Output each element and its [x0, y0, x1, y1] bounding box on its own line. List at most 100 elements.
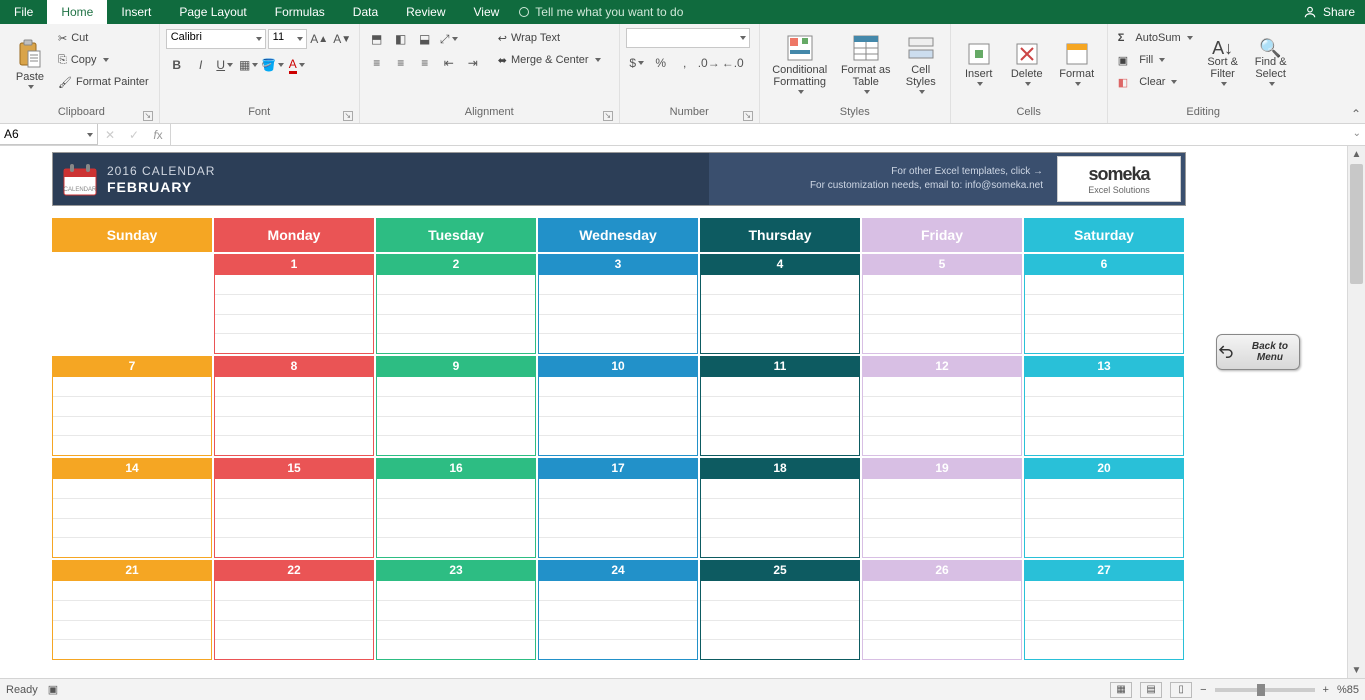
day-body[interactable]	[1024, 274, 1184, 354]
calendar-day[interactable]: 27	[1024, 560, 1184, 660]
accounting-button[interactable]: $	[626, 52, 648, 74]
day-body[interactable]	[700, 580, 860, 660]
border-button[interactable]: ▦	[238, 54, 260, 76]
day-body[interactable]	[214, 376, 374, 456]
day-body[interactable]	[1024, 376, 1184, 456]
calendar-day[interactable]: 7	[52, 356, 212, 456]
number-format-combo[interactable]	[626, 28, 750, 48]
tab-review[interactable]: Review	[392, 0, 459, 24]
underline-button[interactable]: U	[214, 54, 236, 76]
day-body[interactable]	[376, 274, 536, 354]
enter-formula-button[interactable]: ✓	[122, 128, 146, 142]
calendar-day[interactable]: 21	[52, 560, 212, 660]
tell-me[interactable]: Tell me what you want to do	[519, 0, 683, 24]
calendar-day[interactable]: 16	[376, 458, 536, 558]
cell-styles-button[interactable]: Cell Styles	[898, 28, 944, 100]
tab-view[interactable]: View	[460, 0, 514, 24]
zoom-out-button[interactable]: −	[1200, 684, 1206, 696]
zoom-level[interactable]: %85	[1337, 684, 1359, 696]
paste-button[interactable]: Paste	[10, 28, 50, 100]
vertical-scrollbar[interactable]: ▲ ▼	[1347, 146, 1365, 678]
scroll-up-icon[interactable]: ▲	[1348, 146, 1365, 162]
day-body[interactable]	[376, 376, 536, 456]
tab-data[interactable]: Data	[339, 0, 392, 24]
calendar-day[interactable]: 18	[700, 458, 860, 558]
copy-button[interactable]: ⎘Copy	[54, 50, 153, 70]
day-body[interactable]	[862, 376, 1022, 456]
orientation-button[interactable]: ⤢	[438, 28, 460, 50]
day-body[interactable]	[214, 274, 374, 354]
tab-file[interactable]: File	[0, 0, 47, 24]
day-body[interactable]	[538, 274, 698, 354]
day-body[interactable]	[1024, 580, 1184, 660]
day-body[interactable]	[700, 478, 860, 558]
calendar-day[interactable]: 11	[700, 356, 860, 456]
calendar-day[interactable]: 1	[214, 254, 374, 354]
day-body[interactable]	[214, 478, 374, 558]
calendar-day[interactable]	[52, 254, 212, 354]
calendar-day[interactable]: 22	[214, 560, 374, 660]
calendar-day[interactable]: 10	[538, 356, 698, 456]
percent-button[interactable]: %	[650, 52, 672, 74]
calendar-day[interactable]: 25	[700, 560, 860, 660]
align-middle-button[interactable]: ◧	[390, 28, 412, 50]
autosum-button[interactable]: Σ AutoSum	[1114, 28, 1197, 48]
day-body[interactable]	[538, 376, 698, 456]
day-body[interactable]	[862, 580, 1022, 660]
day-body[interactable]	[52, 580, 212, 660]
decrease-decimal-button[interactable]: ←.0	[722, 52, 744, 74]
increase-indent-button[interactable]: ⇥	[462, 52, 484, 74]
calendar-day[interactable]: 9	[376, 356, 536, 456]
insert-cells-button[interactable]: Insert	[957, 28, 1001, 100]
calendar-day[interactable]: 13	[1024, 356, 1184, 456]
collapse-ribbon-button[interactable]: ⌃	[1351, 107, 1361, 121]
font-size-combo[interactable]: 11	[268, 29, 307, 49]
align-left-button[interactable]: ≡	[366, 52, 388, 74]
wrap-text-button[interactable]: ↩Wrap Text	[494, 28, 605, 48]
day-body[interactable]	[52, 376, 212, 456]
find-select-button[interactable]: 🔍Find & Select	[1249, 28, 1293, 100]
calendar-day[interactable]: 8	[214, 356, 374, 456]
grow-font-button[interactable]: A▲	[309, 28, 330, 50]
calendar-day[interactable]: 19	[862, 458, 1022, 558]
day-body[interactable]	[376, 478, 536, 558]
conditional-formatting-button[interactable]: Conditional Formatting	[766, 28, 834, 100]
calendar-day[interactable]: 17	[538, 458, 698, 558]
calendar-day[interactable]: 4	[700, 254, 860, 354]
calendar-day[interactable]: 23	[376, 560, 536, 660]
merge-center-button[interactable]: ⬌Merge & Center	[494, 50, 605, 70]
delete-cells-button[interactable]: Delete	[1005, 28, 1049, 100]
calendar-day[interactable]: 5	[862, 254, 1022, 354]
font-launcher[interactable]: ↘	[343, 111, 353, 121]
view-page-break-button[interactable]: ▯	[1170, 682, 1192, 698]
calendar-day[interactable]: 26	[862, 560, 1022, 660]
fill-button[interactable]: ▣ Fill	[1114, 50, 1197, 70]
day-body[interactable]	[862, 478, 1022, 558]
day-body[interactable]	[376, 580, 536, 660]
sort-filter-button[interactable]: A↓Sort & Filter	[1201, 28, 1245, 100]
comma-button[interactable]: ,	[674, 52, 696, 74]
zoom-slider[interactable]	[1215, 688, 1315, 692]
day-body[interactable]	[862, 274, 1022, 354]
calendar-day[interactable]: 12	[862, 356, 1022, 456]
cancel-formula-button[interactable]: ✕	[98, 128, 122, 142]
day-body[interactable]	[700, 376, 860, 456]
alignment-launcher[interactable]: ↘	[603, 111, 613, 121]
bold-button[interactable]: B	[166, 54, 188, 76]
day-body[interactable]	[700, 274, 860, 354]
day-body[interactable]	[214, 580, 374, 660]
expand-formula-bar-icon[interactable]: ⌄	[1353, 128, 1361, 139]
tab-home[interactable]: Home	[47, 0, 107, 24]
scroll-down-icon[interactable]: ▼	[1348, 662, 1365, 678]
cut-button[interactable]: ✂Cut	[54, 28, 153, 48]
fill-color-button[interactable]: 🪣	[262, 54, 284, 76]
calendar-day[interactable]: 3	[538, 254, 698, 354]
calendar-day[interactable]: 2	[376, 254, 536, 354]
fx-button[interactable]: fx	[146, 128, 170, 142]
format-cells-button[interactable]: Format	[1053, 28, 1101, 100]
font-color-button[interactable]: A	[286, 54, 308, 76]
decrease-indent-button[interactable]: ⇤	[438, 52, 460, 74]
align-bottom-button[interactable]: ⬓	[414, 28, 436, 50]
day-body[interactable]	[538, 580, 698, 660]
macro-record-icon[interactable]: ▣	[48, 683, 58, 696]
